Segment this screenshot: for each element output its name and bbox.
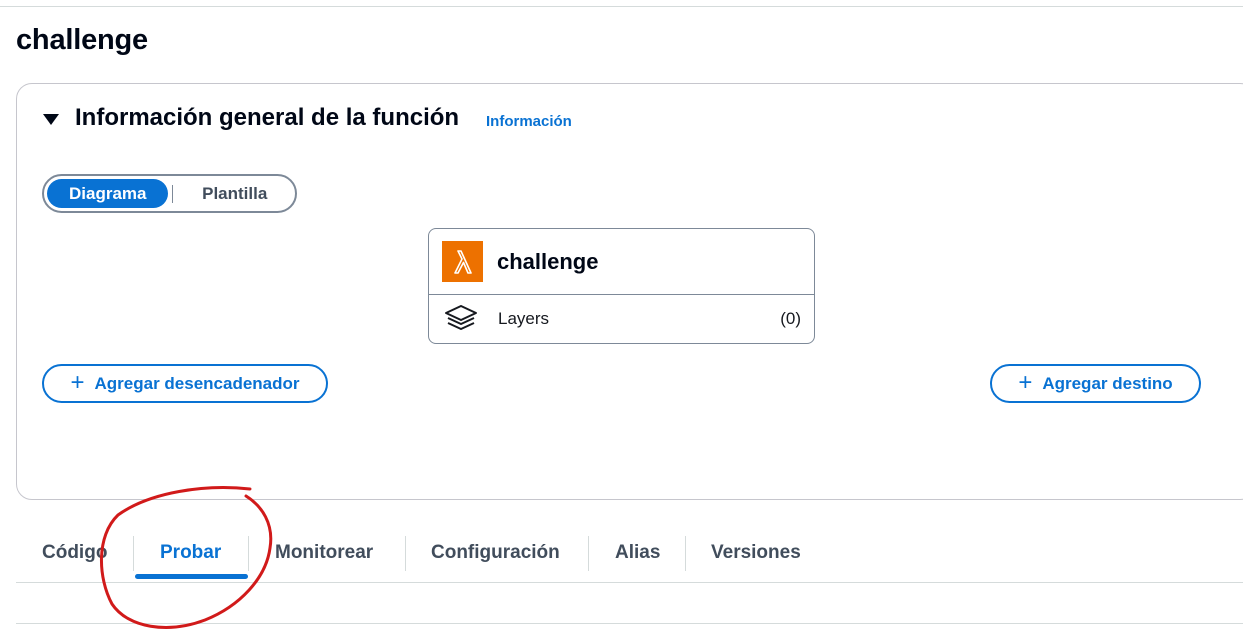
tab-separator [685,536,686,571]
info-link[interactable]: Información [486,113,572,130]
add-trigger-button[interactable]: + Agregar desencadenador [42,364,328,403]
add-trigger-label: Agregar desencadenador [94,373,300,393]
page-title: challenge [16,24,148,56]
segment-template[interactable]: Plantilla [177,179,292,208]
segment-diagram[interactable]: Diagrama [47,179,169,208]
view-toggle: Diagrama Plantilla [42,174,297,213]
tab-code[interactable]: Código [42,530,107,576]
function-card: challenge Layers (0) [428,228,815,344]
tab-monitor[interactable]: Monitorear [275,530,373,576]
layers-row[interactable]: Layers (0) [429,295,814,343]
plus-icon: + [70,368,85,396]
tab-test[interactable]: Probar [160,530,221,576]
layers-icon [445,305,477,330]
function-card-header[interactable]: challenge [429,229,814,295]
tab-separator [588,536,589,571]
tab-separator [133,536,134,571]
layers-count: (0) [780,309,801,328]
section-title: Información general de la función [75,104,460,131]
tab-separator [405,536,406,571]
content-divider [16,623,1243,624]
top-divider [0,6,1243,7]
tab-configuration[interactable]: Configuración [431,530,560,576]
tab-separator [248,536,249,571]
function-overview-header[interactable]: Información general de la función [43,104,459,132]
plus-icon: + [1018,368,1033,396]
function-name: challenge [497,248,599,274]
add-destination-button[interactable]: + Agregar destino [990,364,1201,403]
function-tabs: Código Probar Monitorear Configuración A… [16,530,1243,583]
add-destination-label: Agregar destino [1042,373,1173,393]
lambda-icon [442,241,483,282]
tab-alias[interactable]: Alias [615,530,660,576]
tab-versions[interactable]: Versiones [711,530,801,576]
active-tab-indicator [135,574,248,579]
segment-divider [172,184,174,203]
caret-down-icon[interactable] [43,113,59,125]
layers-label: Layers [498,309,550,328]
